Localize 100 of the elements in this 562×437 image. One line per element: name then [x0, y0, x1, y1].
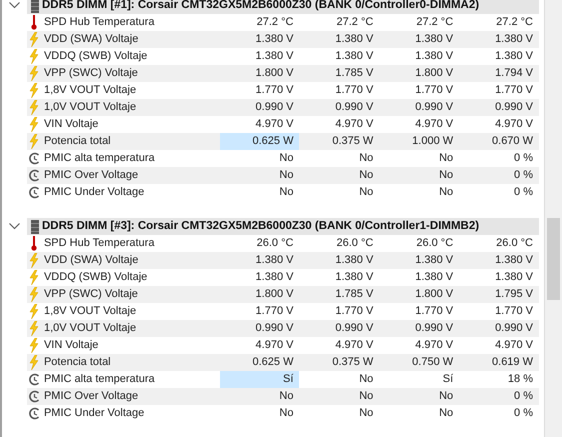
value-cell[interactable]: 1.380 V [299, 31, 380, 48]
value-cell[interactable]: 26.0 °C [379, 235, 460, 252]
value-cell[interactable]: 4.970 V [379, 337, 460, 354]
value-cell[interactable]: No [220, 184, 300, 201]
value-cell[interactable]: 0.619 W [459, 354, 539, 371]
value-cell[interactable]: Sí [220, 371, 300, 388]
sensor-label: PMIC Under Voltage [42, 185, 146, 200]
chevron-icon[interactable] [9, 223, 20, 230]
value-cell[interactable]: 0.990 V [459, 99, 539, 116]
value-cell[interactable]: No [379, 405, 460, 422]
value-cell[interactable]: 1.380 V [220, 48, 300, 65]
value-cell[interactable]: 1.800 V [220, 286, 300, 303]
value-cell[interactable]: No [299, 371, 380, 388]
value-cell[interactable]: No [379, 184, 460, 201]
value-cell[interactable]: 0.625 W [220, 133, 300, 150]
value-cell[interactable]: 1.800 V [379, 65, 460, 82]
value-cell[interactable]: 1.770 V [379, 82, 460, 99]
value-cell[interactable]: 1.800 V [379, 286, 460, 303]
value-cell[interactable]: 0.625 W [220, 354, 300, 371]
value-cell[interactable]: 1.380 V [379, 48, 460, 65]
value-cell[interactable]: 26.0 °C [299, 235, 380, 252]
value-cell[interactable]: No [299, 388, 380, 405]
lightning-icon [29, 304, 40, 319]
chevron-icon[interactable] [9, 2, 20, 9]
value-cell[interactable]: 4.970 V [299, 337, 380, 354]
value-cell[interactable]: 0.750 W [379, 354, 460, 371]
value-cell[interactable]: No [379, 167, 460, 184]
value-cell[interactable]: 1.380 V [299, 48, 380, 65]
value-cell[interactable]: No [220, 150, 300, 167]
value-cell[interactable]: 0.990 V [220, 320, 300, 337]
value-cell[interactable]: 1.380 V [459, 269, 539, 286]
value-cell[interactable]: 4.970 V [459, 116, 539, 133]
section-header[interactable]: DDR5 DIMM [#3]: Corsair CMT32GX5M2B6000Z30 (BANK 0/Controller1-DIMMB2) [27, 218, 539, 235]
value-cell[interactable]: 0.375 W [299, 354, 380, 371]
value-cell[interactable]: 1.770 V [459, 303, 539, 320]
value-cell[interactable]: 1.380 V [299, 269, 380, 286]
lightning-icon [29, 338, 40, 353]
value-cell[interactable]: 26.0 °C [459, 235, 539, 252]
value-cell[interactable]: 1.380 V [459, 48, 539, 65]
value-cell[interactable]: 0.375 W [299, 133, 380, 150]
value-cell[interactable]: 0.990 V [299, 320, 380, 337]
value-cell[interactable]: 27.2 °C [459, 14, 539, 31]
value-cell[interactable]: 1.800 V [220, 65, 300, 82]
sensor-label: Potencia total [42, 355, 112, 370]
value-cell[interactable]: 18 % [459, 371, 539, 388]
value-cell[interactable]: 1.785 V [299, 286, 380, 303]
value-cell[interactable]: 27.2 °C [220, 14, 300, 31]
value-cell[interactable]: 0.990 V [299, 99, 380, 116]
value-cell[interactable]: No [379, 150, 460, 167]
value-cell[interactable]: 1.794 V [459, 65, 539, 82]
value-cell[interactable]: 1.380 V [220, 269, 300, 286]
value-cell[interactable]: 1.770 V [220, 303, 300, 320]
value-cell[interactable]: 1.380 V [459, 252, 539, 269]
value-cell[interactable]: 0 % [459, 184, 539, 201]
value-cell[interactable]: 0.990 V [379, 320, 460, 337]
value-cell[interactable]: 0 % [459, 405, 539, 422]
value-cell[interactable]: 1.380 V [299, 252, 380, 269]
value-cell[interactable]: 1.770 V [459, 82, 539, 99]
value-cell[interactable]: 1.380 V [379, 252, 460, 269]
value-cell[interactable]: 1.000 W [379, 133, 460, 150]
value-cell[interactable]: 1.770 V [220, 82, 300, 99]
sensor-label: PMIC alta temperatura [42, 372, 156, 388]
value-cell[interactable]: No [299, 184, 380, 201]
value-cell[interactable]: 1.785 V [299, 65, 380, 82]
value-cell[interactable]: 0 % [459, 388, 539, 405]
value-cell[interactable]: No [220, 167, 300, 184]
value-cell[interactable]: No [379, 388, 460, 405]
value-cell[interactable]: No [220, 405, 300, 422]
value-cell[interactable]: 0.990 V [220, 99, 300, 116]
value-cell[interactable]: 4.970 V [459, 337, 539, 354]
value-cell[interactable]: 27.2 °C [379, 14, 460, 31]
value-cell[interactable]: 0.990 V [459, 320, 539, 337]
value-cell[interactable]: 26.0 °C [220, 235, 300, 252]
value-cell[interactable]: 1.770 V [299, 82, 380, 99]
value-cell[interactable]: 4.970 V [379, 116, 460, 133]
value-cell[interactable]: 1.380 V [379, 269, 460, 286]
value-cell[interactable]: No [299, 405, 380, 422]
value-cell[interactable]: 1.380 V [220, 31, 300, 48]
value-cell[interactable]: No [299, 167, 380, 184]
scrollbar[interactable] [544, 0, 562, 437]
value-cell[interactable]: 1.380 V [459, 31, 539, 48]
value-cell[interactable]: 1.380 V [220, 252, 300, 269]
value-cell[interactable]: 0.670 W [459, 133, 539, 150]
scrollbar-thumb[interactable] [547, 218, 560, 300]
value-cell[interactable]: 1.770 V [379, 303, 460, 320]
value-cell[interactable]: No [220, 388, 300, 405]
value-cell[interactable]: No [299, 150, 380, 167]
value-cell[interactable]: 0 % [459, 150, 539, 167]
clock-icon [28, 152, 41, 165]
sensor-label: VDD (SWA) Voltaje [42, 32, 140, 48]
value-cell[interactable]: 1.770 V [299, 303, 380, 320]
value-cell[interactable]: Sí [379, 371, 460, 388]
value-cell[interactable]: 4.970 V [220, 337, 300, 354]
value-cell[interactable]: 4.970 V [299, 116, 380, 133]
value-cell[interactable]: 1.795 V [459, 286, 539, 303]
value-cell[interactable]: 0 % [459, 167, 539, 184]
value-cell[interactable]: 4.970 V [220, 116, 300, 133]
value-cell[interactable]: 1.380 V [379, 31, 460, 48]
value-cell[interactable]: 27.2 °C [299, 14, 380, 31]
value-cell[interactable]: 0.990 V [379, 99, 460, 116]
